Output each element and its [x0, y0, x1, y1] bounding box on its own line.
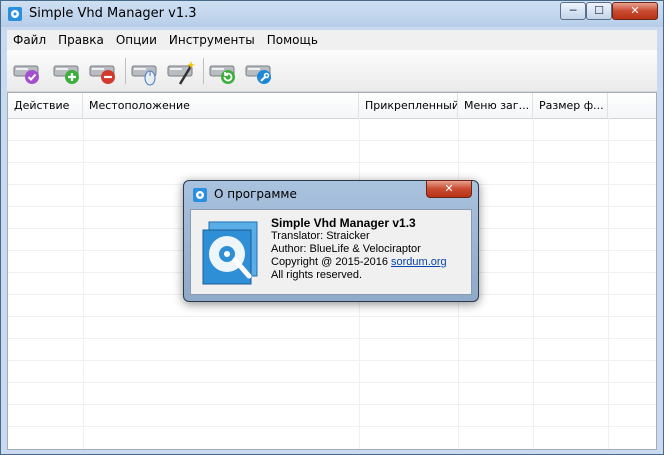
translator-text: Translator: Straicker [271, 230, 370, 242]
vhd-remove-icon[interactable] [89, 58, 117, 86]
app-icon [193, 188, 207, 202]
vhd-refresh-icon[interactable] [209, 58, 237, 86]
toolbar [7, 50, 657, 92]
grid-line [8, 360, 656, 361]
product-name: Simple Vhd Manager v1.3 [271, 216, 416, 230]
vhd-add-icon[interactable] [53, 58, 81, 86]
column-file-size[interactable]: Размер ф... [533, 93, 608, 118]
menu-file[interactable]: Файл [7, 30, 52, 50]
column-attached[interactable]: Прикрепленный [359, 93, 458, 118]
grid-line [608, 118, 609, 449]
vhd-check-icon[interactable] [13, 58, 41, 86]
grid-line [533, 118, 534, 449]
copyright-text: Copyright @ 2015-2016 [271, 256, 388, 268]
menu-help[interactable]: Помощь [261, 30, 324, 50]
vhd-mouse-icon[interactable] [131, 58, 159, 86]
grid-line [8, 382, 656, 383]
dialog-title: О программе [214, 187, 297, 201]
about-dialog: О программе ✕ Simple Vhd Manager v1.3 Tr… [183, 180, 479, 302]
vhd-wrench-icon[interactable] [245, 58, 273, 86]
menu-bar: Файл Правка Опции Инструменты Помощь [7, 30, 657, 50]
close-button[interactable]: ✕ [612, 2, 658, 20]
rights-text: All rights reserved. [271, 269, 363, 281]
grid-line [8, 162, 656, 163]
grid-line [8, 404, 656, 405]
dialog-close-button[interactable]: ✕ [426, 180, 472, 198]
vhd-wand-icon[interactable] [167, 58, 195, 86]
menu-options[interactable]: Опции [110, 30, 163, 50]
about-text: Simple Vhd Manager v1.3 Translator: Stra… [271, 216, 447, 282]
list-header: Действие Местоположение Прикрепленный Ме… [8, 93, 656, 119]
disk-logo-icon [202, 221, 258, 285]
grid-line [8, 140, 656, 141]
column-action[interactable]: Действие [8, 93, 83, 118]
author-text: Author: BlueLife & Velociraptor [271, 243, 421, 255]
grid-line [8, 426, 656, 427]
column-boot-menu[interactable]: Меню заг... [458, 93, 533, 118]
title-bar[interactable]: Simple Vhd Manager v1.3 ─ ☐ ✕ [1, 1, 663, 27]
dialog-body: Simple Vhd Manager v1.3 Translator: Stra… [190, 209, 472, 295]
grid-line [8, 338, 656, 339]
website-link[interactable]: sordum.org [391, 256, 447, 268]
menu-edit[interactable]: Правка [52, 30, 110, 50]
column-location[interactable]: Местоположение [83, 93, 359, 118]
grid-line [8, 316, 656, 317]
toolbar-separator [203, 58, 204, 84]
minimize-button[interactable]: ─ [560, 2, 586, 20]
copyright-line: Copyright @ 2015-2016 sordum.org [271, 256, 447, 269]
maximize-button[interactable]: ☐ [586, 2, 612, 20]
grid-line [83, 118, 84, 449]
window-title: Simple Vhd Manager v1.3 [29, 6, 197, 21]
app-icon [8, 7, 22, 21]
toolbar-separator [125, 58, 126, 84]
menu-tools[interactable]: Инструменты [163, 30, 261, 50]
